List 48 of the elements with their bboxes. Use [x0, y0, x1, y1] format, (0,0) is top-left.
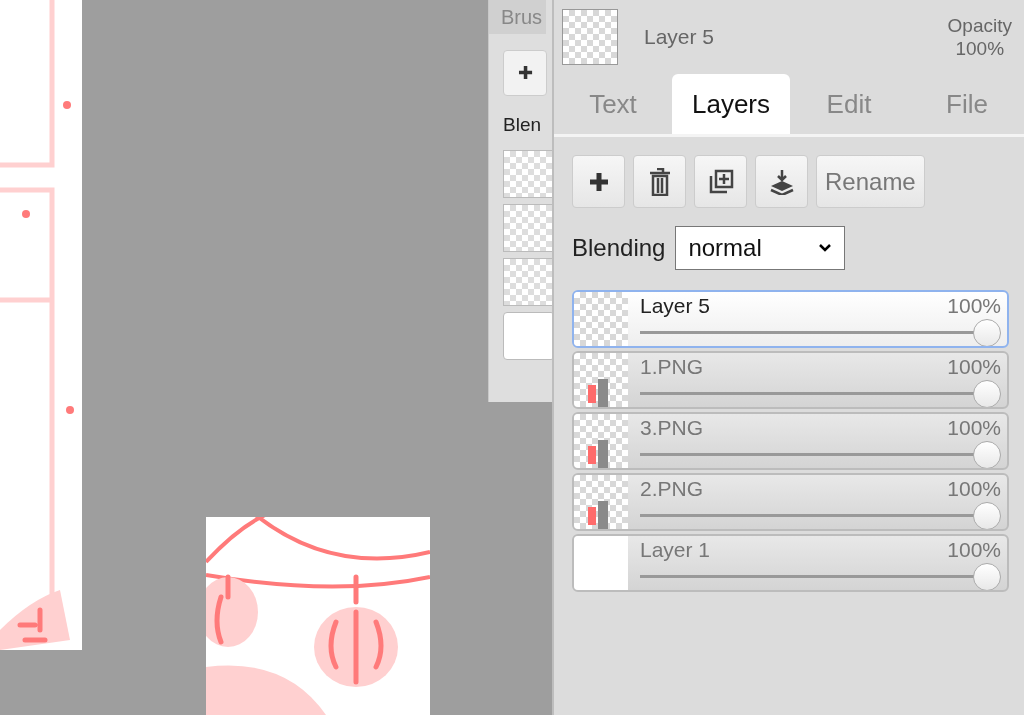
layer-name: Layer 5 — [640, 294, 711, 318]
blending-label: Blending — [572, 234, 666, 262]
copy-plus-icon — [707, 168, 734, 195]
layer-row[interactable]: 2.PNG 100% — [572, 473, 1009, 531]
slider-thumb[interactable] — [973, 380, 1001, 407]
rename-button[interactable]: Rename — [816, 155, 925, 208]
opacity-label: Opacity — [947, 14, 1012, 37]
trash-icon — [648, 167, 671, 196]
layer-name: Layer 1 — [640, 538, 711, 562]
panel-tab[interactable]: Brus — [489, 0, 547, 34]
layer-opacity: 100% — [947, 538, 1001, 562]
chevron-down-icon — [818, 243, 833, 253]
layer-thumbnail — [574, 292, 628, 346]
layer-row[interactable]: Layer 5 100% — [572, 290, 1009, 348]
add-button[interactable]: ✚ — [503, 50, 547, 96]
layer-opacity: 100% — [947, 416, 1001, 440]
layer-thumbnail — [574, 414, 628, 468]
blending-select[interactable]: normal — [675, 226, 846, 270]
tab[interactable]: Edit — [790, 74, 908, 134]
duplicate-layer-button[interactable] — [694, 155, 747, 208]
layer-row[interactable]: 1.PNG 100% — [572, 351, 1009, 409]
opacity-value: 100% — [955, 37, 1005, 60]
slider-thumb[interactable] — [973, 502, 1001, 529]
layer-thumbnail — [574, 475, 628, 529]
current-layer-name: Layer 5 — [644, 25, 716, 49]
layer-row[interactable]: 3.PNG 100% — [572, 412, 1009, 470]
layers-download-icon — [768, 168, 795, 195]
blending-label: Blen — [503, 114, 542, 136]
layer-opacity: 100% — [947, 294, 1001, 318]
layer-name: 1.PNG — [640, 355, 704, 379]
layer-thumbnail — [574, 536, 628, 590]
delete-layer-button[interactable] — [633, 155, 686, 208]
layer-opacity: 100% — [947, 355, 1001, 379]
layer-name: 2.PNG — [640, 477, 704, 501]
slider-thumb[interactable] — [973, 563, 1001, 590]
layer-thumbnail — [574, 353, 628, 407]
layer-opacity: 100% — [947, 477, 1001, 501]
slider-thumb[interactable] — [973, 319, 1001, 346]
layer-row[interactable]: Layer 1 100% — [572, 534, 1009, 592]
add-layer-button[interactable] — [572, 155, 625, 208]
slider-thumb[interactable] — [973, 441, 1001, 468]
layer-name: 3.PNG — [640, 416, 704, 440]
tab[interactable]: Layers — [672, 74, 790, 134]
tab[interactable]: File — [908, 74, 1024, 134]
plus-icon — [587, 170, 610, 193]
layer-thumbnail — [562, 9, 618, 65]
tab[interactable]: Text — [554, 74, 672, 134]
merge-down-button[interactable] — [755, 155, 808, 208]
